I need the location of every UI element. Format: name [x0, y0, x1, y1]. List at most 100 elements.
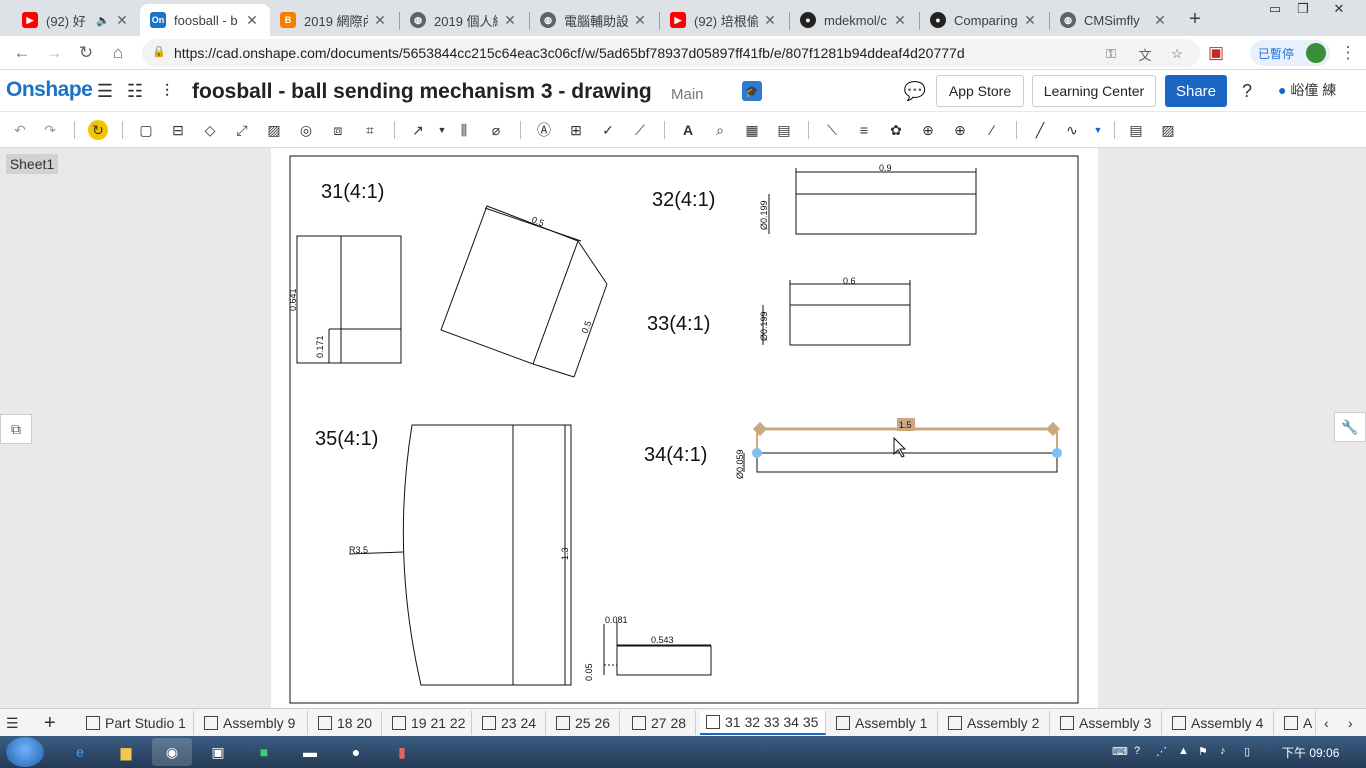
tab-assembly[interactable]: Assembly 4 — [1166, 711, 1274, 735]
browser-tab[interactable]: ● Comparing ✕ — [920, 4, 1048, 36]
browser-tab[interactable]: B 2019 網際內 ✕ — [270, 4, 398, 36]
dxf-icon[interactable]: ▤ — [1126, 120, 1146, 140]
tab-list-icon[interactable]: ☰ — [0, 711, 36, 735]
datum-icon[interactable]: Ⓐ — [534, 120, 554, 140]
bom-icon[interactable]: ▤ — [774, 120, 794, 140]
insert-view-icon[interactable]: ▢ — [136, 120, 156, 140]
table-icon[interactable]: ▦ — [742, 120, 762, 140]
bisect-icon[interactable]: ∕ — [982, 120, 1002, 140]
branch-label[interactable]: Main — [671, 86, 704, 103]
crop-view-icon[interactable]: ◎ — [296, 120, 316, 140]
close-icon[interactable]: ✕ — [632, 12, 648, 29]
close-icon[interactable]: ✕ — [114, 12, 130, 29]
dim-34-diameter[interactable]: Ø0.059 — [735, 449, 745, 479]
chevron-down-icon[interactable]: ▼ — [432, 120, 452, 140]
share-button[interactable]: Share — [1165, 75, 1227, 107]
profile-button[interactable]: 已暫停 — [1250, 40, 1330, 66]
close-icon[interactable]: ✕ — [502, 12, 518, 29]
browser-tab[interactable]: ▶ (92) 培根偷 ✕ — [660, 4, 788, 36]
drawing-sheet[interactable]: 31(4:1) 32(4:1) 33(4:1) 34(4:1) 35(4:1) … — [271, 148, 1098, 708]
user-menu[interactable]: ● 峪僮 練 — [1278, 80, 1336, 100]
chevron-right-icon[interactable]: › — [1342, 711, 1364, 735]
centermark-icon[interactable]: ≡ — [854, 120, 874, 140]
browser-tab[interactable]: ◍ 電腦輔助設 ✕ — [530, 4, 658, 36]
tab-assembly[interactable]: Assembly 2 — [942, 711, 1050, 735]
circle-center-icon[interactable]: ⊕ — [950, 120, 970, 140]
app-icon[interactable]: ▮ — [382, 738, 422, 766]
tab-drawing[interactable]: 25 26 — [550, 711, 620, 735]
dim-x-a[interactable]: 0.081 — [605, 615, 628, 625]
app-icon[interactable]: ● — [336, 738, 376, 766]
dim-31-c[interactable]: 0.5 — [530, 215, 545, 229]
browser-tab[interactable]: ◍ 2019 個人網 ✕ — [400, 4, 528, 36]
ordinate-dimension-icon[interactable]: ⫼ — [454, 120, 474, 140]
help-icon[interactable]: ? — [1134, 745, 1140, 757]
line-app-icon[interactable]: ■ — [244, 738, 284, 766]
bolt-circle-icon[interactable]: ✿ — [886, 120, 906, 140]
ie-icon[interactable]: e — [60, 738, 100, 766]
browser-tab[interactable]: ◍ CMSimfly ✕ — [1050, 4, 1178, 36]
undo-icon[interactable]: ↶ — [10, 120, 30, 140]
close-icon[interactable]: ✕ — [762, 12, 778, 29]
close-icon[interactable]: ✕ — [244, 12, 260, 29]
tab-drawing[interactable]: 23 24 — [476, 711, 546, 735]
dim-31-a[interactable]: 0.641 — [288, 288, 298, 311]
hamburger-menu-icon[interactable]: ☰ — [94, 80, 116, 102]
flag-icon[interactable]: ⚑ — [1198, 745, 1208, 758]
image-icon[interactable]: ▨ — [1158, 120, 1178, 140]
keyboard-icon[interactable]: ⌨ — [1112, 745, 1128, 758]
detail-view-icon[interactable]: ▨ — [264, 120, 284, 140]
bookmark-star-icon[interactable]: ☆ — [1168, 45, 1186, 63]
browser-tab[interactable]: ▶ (92) 好 🔈 ✕ — [12, 4, 140, 36]
explorer-icon[interactable]: ▆ — [106, 738, 146, 766]
callout-icon[interactable]: ⌕ — [710, 120, 730, 140]
tab-drawing[interactable]: 19 21 22 — [386, 711, 472, 735]
weld-symbol-icon[interactable]: ⟋ — [630, 120, 650, 140]
dim-35-height[interactable]: 1.3 — [560, 547, 570, 560]
translate-icon[interactable]: 文 — [1136, 45, 1154, 63]
volume-icon[interactable]: ♪ — [1220, 745, 1226, 757]
dim-34-length[interactable]: 1.5 — [899, 420, 912, 430]
learning-center-button[interactable]: Learning Center — [1032, 75, 1156, 107]
dim-31-b[interactable]: 0.171 — [315, 335, 325, 358]
extension-icon[interactable]: ▣ — [1204, 41, 1228, 65]
onshape-logo[interactable]: Onshape — [6, 78, 93, 102]
window-close-button[interactable]: ✕ — [1324, 0, 1354, 18]
dim-33-diameter[interactable]: Ø0.199 — [759, 311, 769, 341]
document-title[interactable]: foosball - ball sending mechanism 3 - dr… — [192, 80, 652, 104]
help-icon[interactable]: ? — [1236, 80, 1258, 102]
tab-assembly[interactable]: Assembly 9 — [198, 711, 308, 735]
section-view-icon[interactable]: ⤢ — [232, 120, 252, 140]
clock[interactable]: 下午 09:06 — [1282, 744, 1339, 761]
dim-35-radius[interactable]: R3.5 — [349, 545, 368, 555]
tab-assembly[interactable]: Assembly 1 — [830, 711, 938, 735]
close-icon[interactable]: ✕ — [372, 12, 388, 29]
break-view-icon[interactable]: ⧈ — [328, 120, 348, 140]
line-icon[interactable]: ╱ — [1030, 120, 1050, 140]
dimension-icon[interactable]: ↗ — [408, 120, 428, 140]
tab-drawing[interactable]: 27 28 — [626, 711, 696, 735]
centerline-icon[interactable]: ⟍ — [822, 120, 842, 140]
forward-button[interactable]: → — [42, 41, 66, 65]
dim-x-b[interactable]: 0.543 — [651, 635, 674, 645]
network-icon[interactable]: ⋰ — [1156, 745, 1167, 758]
chevron-down-icon[interactable]: ▼ — [1088, 120, 1108, 140]
projected-view-icon[interactable]: ⊟ — [168, 120, 188, 140]
url-bar[interactable]: 🔒 https://cad.onshape.com/documents/5653… — [142, 39, 1200, 67]
home-button[interactable]: ⌂ — [106, 41, 130, 65]
new-tab-button[interactable]: + — [1182, 6, 1208, 32]
close-icon[interactable]: ✕ — [1152, 12, 1168, 29]
chevron-up-icon[interactable]: ▲ — [1178, 745, 1189, 757]
spline-icon[interactable]: ∿ — [1062, 120, 1082, 140]
dim-32-length[interactable]: 0.9 — [879, 163, 892, 173]
browser-tab-active[interactable]: On foosball - b ✕ — [140, 4, 270, 36]
point-center-icon[interactable]: ⊕ — [918, 120, 938, 140]
minimize-button[interactable]: ▭ — [1260, 0, 1290, 18]
dim-31-d[interactable]: 0.5 — [580, 319, 594, 334]
app-store-button[interactable]: App Store — [936, 75, 1024, 107]
sheet-tab[interactable]: Sheet1 — [6, 154, 58, 174]
comment-icon[interactable]: 💬 — [904, 80, 926, 102]
cmd-icon[interactable]: ▬ — [290, 738, 330, 766]
surface-finish-icon[interactable]: ✓ — [598, 120, 618, 140]
reload-button[interactable]: ↻ — [74, 41, 98, 65]
